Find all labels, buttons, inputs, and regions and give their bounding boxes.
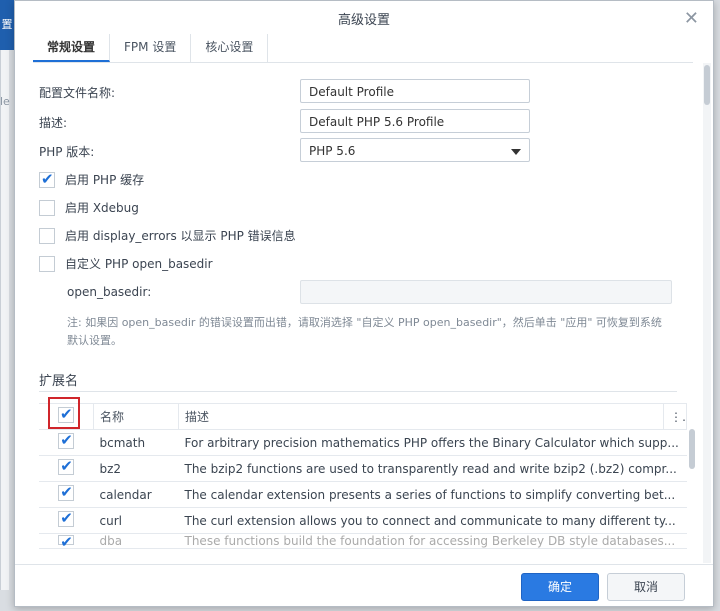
php-version-select[interactable]: PHP 5.6: [300, 138, 530, 162]
extension-checkbox[interactable]: [58, 509, 75, 527]
table-row[interactable]: bz2 The bzip2 functions are used to tran…: [39, 455, 687, 482]
dialog-title: 高级设置: [337, 12, 390, 28]
cancel-button[interactable]: 取消: [607, 573, 685, 601]
enable-xdebug-label: 启用 Xdebug: [65, 201, 139, 215]
display-errors-checkbox[interactable]: [39, 227, 55, 244]
description-row: 描述:: [39, 114, 67, 131]
column-menu-icon[interactable]: ⋮: [663, 403, 687, 430]
column-header-name[interactable]: 名称: [93, 403, 179, 430]
extension-description: The bzip2 functions are used to transpar…: [178, 455, 687, 482]
background-sidebar-tab: 置: [0, 0, 14, 50]
profile-name-label: 配置文件名称:: [39, 86, 116, 100]
extension-name: bz2: [93, 455, 179, 482]
background-panel: le: [0, 50, 10, 590]
dialog-scrollbar-thumb[interactable]: [704, 65, 710, 105]
open-basedir-input[interactable]: [300, 280, 672, 304]
extension-checkbox[interactable]: [58, 431, 75, 449]
table-row[interactable]: calendar The calendar extension presents…: [39, 481, 687, 508]
extension-name: curl: [93, 507, 179, 534]
extension-name: bcmath: [93, 429, 179, 456]
custom-basedir-label: 自定义 PHP open_basedir: [65, 257, 213, 271]
table-header-row: 名称 描述 ⋮: [39, 403, 687, 430]
dialog-scrollbar-track[interactable]: [703, 63, 711, 563]
extension-checkbox[interactable]: [58, 457, 75, 475]
display-errors-label: 启用 display_errors 以显示 PHP 错误信息: [65, 229, 296, 243]
extension-description: For arbitrary precision mathematics PHP …: [178, 429, 687, 456]
extension-name: dba: [93, 533, 179, 549]
ok-button[interactable]: 确定: [521, 573, 599, 601]
section-divider: [39, 391, 677, 392]
close-icon[interactable]: ✕: [684, 8, 699, 29]
extension-checkbox[interactable]: [58, 483, 75, 501]
advanced-settings-dialog: 高级设置 ✕ 常规设置 FPM 设置 核心设置 配置文件名称: Default …: [14, 0, 714, 607]
tab-general[interactable]: 常规设置: [33, 34, 111, 62]
basedir-note-line1: 注: 如果因 open_basedir 的错误设置而出错，请取消选择 "自定义 …: [67, 316, 662, 329]
extension-description: The curl extension allows you to connect…: [178, 507, 687, 534]
enable-cache-label: 启用 PHP 缓存: [65, 173, 145, 187]
background-panel-text: le: [0, 95, 10, 108]
open-basedir-label: open_basedir:: [67, 285, 152, 299]
column-header-description[interactable]: 描述: [178, 403, 664, 430]
extension-description: The calendar extension presents a series…: [178, 481, 687, 508]
tab-fpm[interactable]: FPM 设置: [110, 34, 192, 62]
dialog-footer: 确定 取消: [15, 564, 713, 607]
custom-basedir-checkbox[interactable]: [39, 255, 55, 272]
php-version-value: PHP 5.6: [309, 144, 356, 158]
extension-name: calendar: [93, 481, 179, 508]
description-label: 描述:: [39, 116, 68, 130]
enable-xdebug-row: 启用 Xdebug: [39, 199, 139, 216]
description-input[interactable]: Default PHP 5.6 Profile: [300, 109, 530, 133]
basedir-note: 注: 如果因 open_basedir 的错误设置而出错，请取消选择 "自定义 …: [67, 314, 687, 350]
table-scrollbar-thumb[interactable]: [689, 429, 695, 469]
open-basedir-row: open_basedir:: [67, 285, 151, 299]
extensions-section-title: 扩展名: [39, 374, 79, 389]
table-row[interactable]: bcmath For arbitrary precision mathemati…: [39, 429, 687, 456]
profile-name-row: 配置文件名称:: [39, 84, 115, 101]
extension-description: These functions build the foundation for…: [178, 533, 687, 549]
php-version-row: PHP 版本:: [39, 143, 94, 160]
tab-core[interactable]: 核心设置: [191, 34, 269, 62]
tab-bar: 常规设置 FPM 设置 核心设置: [33, 34, 693, 63]
select-all-highlight: [48, 397, 80, 429]
profile-name-input[interactable]: Default Profile: [300, 79, 530, 103]
extensions-table: 名称 描述 ⋮ bcmath For arbitrary precision m…: [39, 403, 687, 549]
custom-basedir-row: 自定义 PHP open_basedir: [39, 255, 213, 272]
enable-cache-row: 启用 PHP 缓存: [39, 170, 145, 188]
dialog-title-bar: 高级设置 ✕: [15, 1, 713, 35]
php-version-label: PHP 版本:: [39, 145, 95, 159]
table-row[interactable]: dba These functions build the foundation…: [39, 533, 687, 549]
display-errors-row: 启用 display_errors 以显示 PHP 错误信息: [39, 227, 296, 244]
chevron-down-icon[interactable]: [511, 149, 521, 155]
basedir-note-line2: 默认设置。: [67, 334, 122, 347]
enable-cache-checkbox[interactable]: [39, 170, 55, 188]
extension-checkbox[interactable]: [58, 534, 75, 548]
enable-xdebug-checkbox[interactable]: [39, 199, 55, 216]
table-row[interactable]: curl The curl extension allows you to co…: [39, 507, 687, 534]
